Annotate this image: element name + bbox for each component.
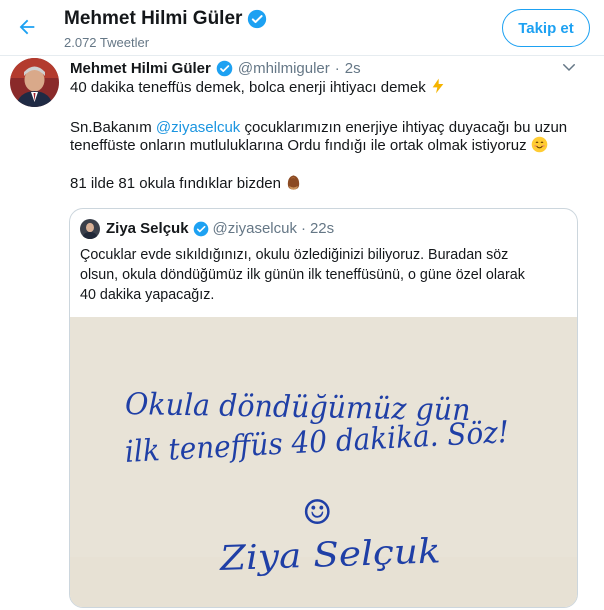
verified-badge-icon [193,221,208,236]
tweet-text-2b: çocuklarımızın enerjiye ihtiyaç duyacağı… [240,119,568,136]
quoted-author-handle: @ziyaselcuk [212,220,297,237]
tweet-text-2a: Sn.Bakanım [70,119,156,136]
profile-name: Mehmet Hilmi Güler [64,8,243,29]
arrow-left-icon [19,19,35,35]
mention-link[interactable]: @ziyaselcuk [156,119,240,136]
quoted-text-1: Çocuklar evde sıkıldığınızı, okulu özled… [80,247,509,263]
handwritten-smiley: ☺ [302,493,333,533]
profile-name-heading: Mehmet Hilmi Güler [64,8,267,30]
author-avatar-image [10,58,59,107]
quoted-author-name: Ziya Selçuk [106,220,189,237]
tweet-text-line: Sn.Bakanım @ziyaselcuk çocuklarımızın en… [70,118,567,138]
hazelnut-emoji [287,175,300,190]
verified-badge-icon [216,60,233,77]
back-button[interactable] [12,12,42,42]
handwritten-note-image[interactable]: Okula döndüğümüz gün ilk teneffüs 40 dak… [70,317,577,607]
quoted-tweet-card[interactable]: Ziya Selçuk @ziyaselcuk · 22s Çocuklar e… [69,208,578,608]
quoted-avatar-image [80,219,100,239]
quoted-text-3: 40 dakika yapacağız. [80,287,215,303]
tweet-text-line: 81 ilde 81 okula fındıklar bizden [70,174,302,194]
separator-dot: · [300,220,306,237]
tweet-count: 2.072 Tweetler [64,35,150,50]
separator-dot: · [334,60,340,77]
follow-button[interactable]: Takip et [502,9,590,47]
author-avatar[interactable] [10,58,59,107]
profile-header: Mehmet Hilmi Güler 2.072 Tweetler Takip … [0,0,604,56]
verified-badge-icon [248,9,267,29]
tweet-menu-button[interactable] [560,58,578,76]
tweet-text-4: 81 ilde 81 okula fındıklar bizden [70,175,281,192]
lightning-emoji [432,78,444,94]
tweet-timestamp[interactable]: 2s [345,60,361,77]
tweet-header: Mehmet Hilmi Güler @mhilmiguler · 2s [70,60,361,77]
tweet-author-name[interactable]: Mehmet Hilmi Güler [70,60,211,77]
tweet-text-line: 40 dakika teneffüs demek, bolca enerji i… [70,78,446,98]
chevron-down-icon [563,64,575,72]
quoted-timestamp: 22s [309,220,335,237]
tweet-text-1: 40 dakika teneffüs demek, bolca enerji i… [70,79,426,96]
quoted-author-avatar [80,219,100,239]
tweet-text-3: teneffüste onların mutluluklarına Ordu f… [70,137,527,154]
handwritten-signature: Ziya Selçuk [219,531,442,579]
smiling-face-emoji [531,136,548,153]
quoted-tweet-header: Ziya Selçuk @ziyaselcuk · 22s [106,220,334,237]
tweet-author-handle[interactable]: @mhilmiguler [238,60,330,77]
quoted-text-2: olsun, okula döndüğümüz ilk günün ilk te… [80,267,525,283]
tweet-text-line: teneffüste onların mutluluklarına Ordu f… [70,136,548,156]
